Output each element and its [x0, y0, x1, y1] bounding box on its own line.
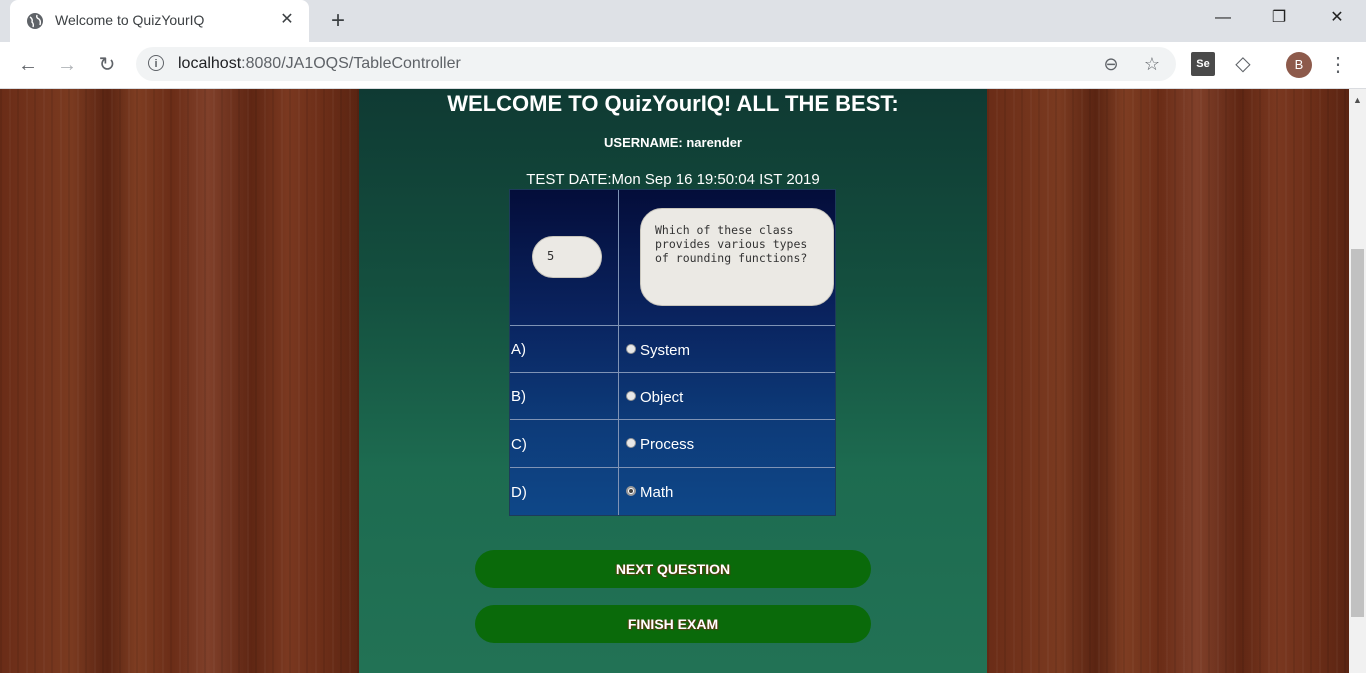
username-label: USERNAME: narender	[604, 135, 742, 150]
url-path: :8080/JA1OQS/TableController	[241, 55, 461, 72]
page-viewport: WELCOME TO QuizYourIQ! ALL THE BEST: USE…	[0, 89, 1349, 673]
test-date-label: TEST DATE:Mon Sep 16 19:50:04 IST 2019	[526, 171, 820, 188]
option-label-b[interactable]: Object	[640, 389, 683, 406]
window-close-button[interactable]: ✕	[1314, 0, 1360, 36]
wood-background-right	[987, 89, 1349, 673]
option-letter-d: D)	[511, 484, 527, 501]
selenium-extension-icon[interactable]: Se	[1191, 52, 1215, 76]
quiz-panel: WELCOME TO QuizYourIQ! ALL THE BEST: USE…	[359, 89, 987, 673]
option-radio-c[interactable]	[626, 438, 636, 448]
option-label-d[interactable]: Math	[640, 484, 673, 501]
option-radio-b[interactable]	[626, 391, 636, 401]
url-host: localhost	[178, 55, 242, 72]
address-bar[interactable]: i localhost:8080/JA1OQS/TableController …	[136, 47, 1176, 81]
option-letter-b: B)	[511, 388, 526, 405]
question-text-area[interactable]: Which of these class provides various ty…	[640, 208, 834, 306]
url-text[interactable]: localhost:8080/JA1OQS/TableController	[178, 55, 461, 73]
restore-button[interactable]: ❐	[1256, 0, 1302, 36]
back-button[interactable]: ←	[13, 50, 43, 80]
browser-toolbar: ← → ↻ i localhost:8080/JA1OQS/TableContr…	[0, 42, 1366, 89]
next-question-button[interactable]: NEXT QUESTION	[475, 550, 871, 588]
question-number-field[interactable]: 5	[532, 236, 602, 278]
table-divider	[510, 419, 835, 420]
scroll-up-arrow-icon[interactable]: ▲	[1353, 95, 1362, 105]
minimize-button[interactable]: —	[1200, 0, 1246, 36]
wood-background-left	[0, 89, 359, 673]
forward-button[interactable]: →	[52, 50, 82, 80]
option-letter-c: C)	[511, 436, 527, 453]
page-scrollbar[interactable]: ▲	[1349, 89, 1366, 673]
reload-button[interactable]: ↻	[92, 50, 122, 80]
option-radio-a[interactable]	[626, 344, 636, 354]
zoom-icon[interactable]: ⊖	[1099, 52, 1123, 76]
cube-extension-icon[interactable]: ◇	[1231, 52, 1255, 76]
option-label-a[interactable]: System	[640, 342, 690, 359]
table-divider	[510, 467, 835, 468]
bookmark-star-icon[interactable]: ☆	[1140, 52, 1164, 76]
table-divider	[510, 372, 835, 373]
table-divider	[510, 325, 835, 326]
site-info-icon[interactable]: i	[148, 55, 164, 71]
option-letter-a: A)	[511, 341, 526, 358]
menu-icon[interactable]: ⋮	[1328, 50, 1348, 80]
profile-avatar[interactable]: B	[1286, 52, 1312, 78]
finish-exam-button[interactable]: FINISH EXAM	[475, 605, 871, 643]
tab-close-icon[interactable]: ✕	[275, 8, 299, 32]
browser-tab[interactable]: Welcome to QuizYourIQ ✕	[10, 0, 309, 42]
tab-strip: Welcome to QuizYourIQ ✕ + — ❐ ✕	[0, 0, 1366, 42]
welcome-heading: WELCOME TO QuizYourIQ! ALL THE BEST:	[447, 91, 899, 116]
globe-icon	[27, 13, 43, 29]
new-tab-button[interactable]: +	[324, 7, 352, 35]
option-radio-d[interactable]	[626, 486, 636, 496]
scrollbar-thumb[interactable]	[1351, 249, 1364, 617]
tab-title: Welcome to QuizYourIQ	[55, 12, 205, 28]
option-label-c[interactable]: Process	[640, 436, 694, 453]
question-table: 5 Which of these class provides various …	[509, 189, 836, 516]
